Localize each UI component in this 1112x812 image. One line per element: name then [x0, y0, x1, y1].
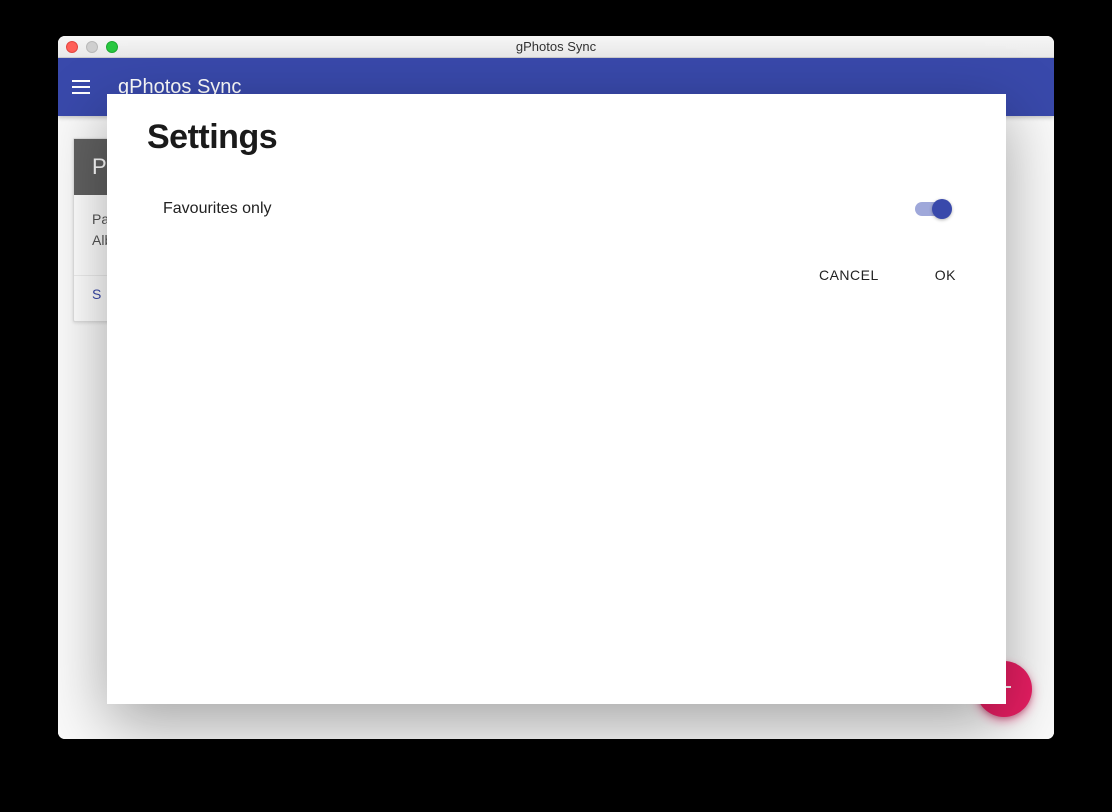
setting-row-favourites: Favourites only: [147, 199, 966, 219]
settings-dialog: Settings Favourites only CANCEL OK: [107, 94, 1006, 704]
window-close-button[interactable]: [66, 41, 78, 53]
app-content: gPhotos Sync Pi Pat Alb S Settings Favou…: [58, 58, 1054, 739]
dialog-actions: CANCEL OK: [147, 259, 966, 291]
app-window: gPhotos Sync gPhotos Sync Pi Pat Alb S: [58, 36, 1054, 739]
window-title: gPhotos Sync: [516, 39, 596, 54]
window-minimize-button[interactable]: [86, 41, 98, 53]
dialog-title: Settings: [147, 118, 966, 157]
setting-label: Favourites only: [163, 200, 272, 218]
mac-titlebar: gPhotos Sync: [58, 36, 1054, 58]
card-action-button[interactable]: S: [92, 286, 102, 302]
ok-button[interactable]: OK: [931, 259, 960, 291]
window-zoom-button[interactable]: [106, 41, 118, 53]
cancel-button[interactable]: CANCEL: [815, 259, 883, 291]
menu-icon[interactable]: [72, 75, 96, 99]
switch-thumb: [932, 199, 952, 219]
window-controls: [66, 41, 118, 53]
favourites-toggle[interactable]: [914, 199, 950, 219]
